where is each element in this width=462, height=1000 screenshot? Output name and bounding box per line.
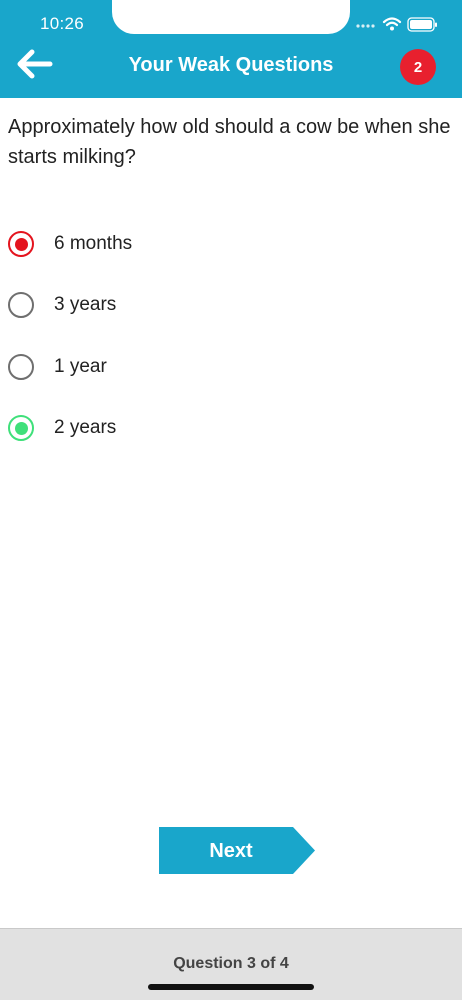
next-button-label: Next (209, 840, 253, 862)
home-indicator (148, 984, 314, 990)
next-button[interactable]: Next (159, 827, 315, 874)
status-time: 10:26 (40, 14, 85, 33)
question-text: Approximately how old should a cow be wh… (8, 116, 451, 168)
weak-count-badge: 2 (400, 49, 436, 85)
question-progress: Question 3 of 4 (173, 955, 289, 972)
status-icons (354, 14, 444, 34)
radio-empty-icon[interactable] (8, 354, 34, 380)
option-label: 6 months (54, 233, 133, 254)
page-title: Your Weak Questions (128, 54, 334, 76)
option-label: 2 years (54, 417, 117, 438)
answer-option[interactable]: 1 year (8, 344, 448, 390)
answer-option[interactable]: 6 months (8, 221, 448, 267)
radio-correct-icon[interactable] (8, 415, 34, 441)
battery-icon (407, 17, 437, 32)
back-button[interactable] (10, 44, 58, 84)
device-notch (112, 0, 350, 34)
option-label: 1 year (54, 356, 107, 377)
answer-option[interactable]: 2 years (8, 405, 448, 451)
answer-option[interactable]: 3 years (8, 282, 448, 328)
header-bar: 10:26 Your Weak Questions 2 (0, 0, 462, 98)
radio-empty-icon[interactable] (8, 292, 34, 318)
arrow-left-icon (17, 49, 53, 79)
option-label: 3 years (54, 294, 117, 315)
wifi-icon (382, 17, 402, 27)
wifi-dot (390, 26, 394, 31)
radio-selected-icon[interactable] (8, 231, 34, 257)
signal-dots-icon (356, 24, 375, 28)
